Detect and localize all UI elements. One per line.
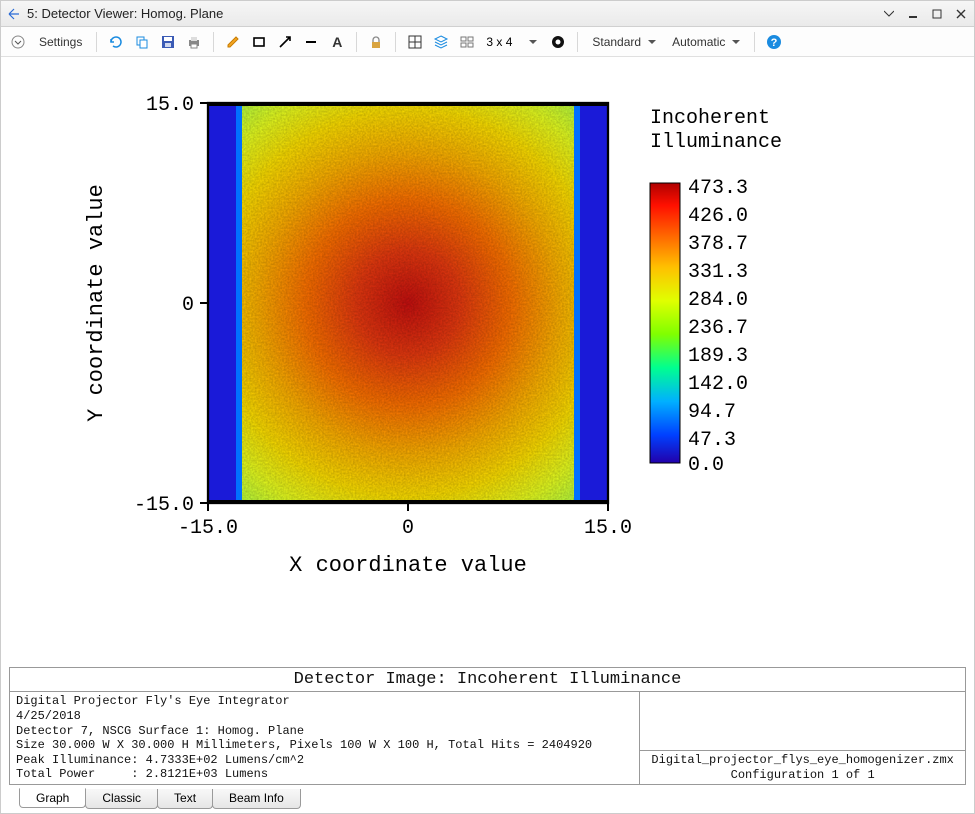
chevron-down-icon[interactable]: [7, 31, 29, 53]
tab-beaminfo[interactable]: Beam Info: [212, 789, 301, 809]
legend-title-2: Illuminance: [650, 131, 782, 154]
y-axis-label: Y coordinate value: [84, 184, 109, 422]
refresh-icon[interactable]: [105, 31, 127, 53]
info-file: Digital_projector_flys_eye_homogenizer.z…: [640, 751, 965, 784]
rect-icon[interactable]: [248, 31, 270, 53]
save-icon[interactable]: [157, 31, 179, 53]
copy-icon[interactable]: [131, 31, 153, 53]
settings-button[interactable]: Settings: [33, 31, 88, 53]
chart-area: -15.0 0 15.0 -15.0 0 15.0 X coordinate v…: [1, 57, 974, 663]
line-icon[interactable]: [300, 31, 322, 53]
cb-4: 284.0: [688, 289, 748, 312]
cb-2: 378.7: [688, 233, 748, 256]
cb-1: 426.0: [688, 205, 748, 228]
toolbar: Settings A 3 x 4 Standard Automatic ?: [1, 27, 974, 57]
title-bar: 5: Detector Viewer: Homog. Plane: [1, 1, 974, 27]
bottom-tabs: Graph Classic Text Beam Info: [1, 785, 974, 813]
cb-6: 189.3: [688, 345, 748, 368]
svg-text:?: ?: [771, 37, 778, 49]
cb-8: 94.7: [688, 401, 736, 424]
legend-title-1: Incoherent: [650, 107, 770, 130]
target-icon[interactable]: [547, 31, 569, 53]
x-axis-label: X coordinate value: [289, 553, 527, 578]
layers-icon[interactable]: [430, 31, 452, 53]
cb-7: 142.0: [688, 373, 748, 396]
tab-classic[interactable]: Classic: [85, 789, 158, 809]
print-icon[interactable]: [183, 31, 205, 53]
cb-10: 0.0: [688, 454, 724, 477]
fit-icon[interactable]: [404, 31, 426, 53]
pencil-icon[interactable]: [222, 31, 244, 53]
automatic-dropdown[interactable]: Automatic: [666, 31, 746, 53]
x-tick-0: -15.0: [177, 517, 237, 540]
tab-text[interactable]: Text: [157, 789, 213, 809]
x-tick-1: 0: [401, 517, 413, 540]
minimize-button[interactable]: [906, 7, 920, 21]
y-tick-2: 15.0: [145, 94, 193, 117]
maximize-button[interactable]: [930, 7, 944, 21]
info-title: Detector Image: Incoherent Illuminance: [10, 668, 965, 692]
window-title: 5: Detector Viewer: Homog. Plane: [27, 6, 882, 21]
x-tick-2: 15.0: [583, 517, 631, 540]
cb-9: 47.3: [688, 429, 736, 452]
dropdown-icon[interactable]: [882, 7, 896, 21]
text-icon[interactable]: A: [326, 31, 348, 53]
app-icon: [7, 7, 21, 21]
info-text: Digital Projector Fly's Eye Integrator 4…: [10, 692, 640, 784]
cb-5: 236.7: [688, 317, 748, 340]
grid-icon[interactable]: [456, 31, 478, 53]
info-panel: Detector Image: Incoherent Illuminance D…: [9, 667, 966, 785]
detector-plot: -15.0 0 15.0 -15.0 0 15.0 X coordinate v…: [68, 73, 908, 613]
lock-icon[interactable]: [365, 31, 387, 53]
arrow-icon[interactable]: [274, 31, 296, 53]
close-button[interactable]: [954, 7, 968, 21]
help-icon[interactable]: ?: [763, 31, 785, 53]
info-right-top: [640, 692, 965, 751]
y-tick-0: -15.0: [133, 494, 193, 517]
grid-dropdown[interactable]: [520, 31, 543, 53]
cb-3: 331.3: [688, 261, 748, 284]
y-tick-1: 0: [181, 294, 193, 317]
grid-size-label: 3 x 4: [486, 35, 512, 49]
tab-graph[interactable]: Graph: [19, 788, 86, 808]
standard-dropdown[interactable]: Standard: [586, 31, 662, 53]
cb-0: 473.3: [688, 177, 748, 200]
